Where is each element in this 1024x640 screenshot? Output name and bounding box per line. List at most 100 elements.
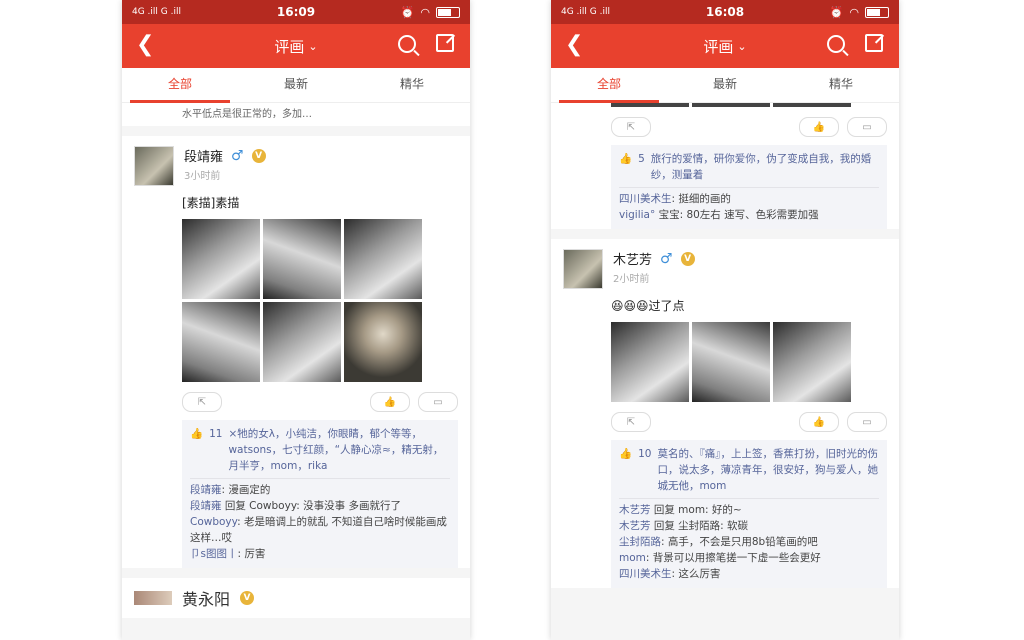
comment-button[interactable]: ▭	[418, 392, 458, 412]
title-dropdown[interactable]: 评画 ⌄	[274, 36, 317, 57]
avatar[interactable]	[134, 591, 172, 605]
tab-latest[interactable]: 最新	[238, 68, 354, 102]
title-dropdown[interactable]: 评画 ⌄	[703, 36, 746, 57]
like-button[interactable]: 👍	[799, 117, 839, 137]
search-icon[interactable]	[827, 35, 845, 53]
like-names[interactable]: 莫名的、『痛』，上上签，香蕉打扮，旧时光的伤口，说太多，薄凉青年，很安好，狗与爱…	[657, 446, 879, 494]
like-count: 5	[638, 153, 645, 165]
comment-text: 回复 尘封陌路: 软碳	[650, 520, 749, 532]
network-indicator: 4G .ill G .ill	[132, 7, 181, 17]
comment-button[interactable]: ▭	[847, 117, 887, 137]
post-image[interactable]	[344, 302, 422, 382]
avatar[interactable]	[563, 249, 603, 289]
tab-bar: 全部 最新 精华	[551, 68, 899, 103]
image-strip	[563, 103, 887, 107]
tab-featured[interactable]: 精华	[783, 68, 899, 102]
comment-author[interactable]: 段靖雍	[190, 484, 222, 496]
user-name[interactable]: 段靖雍	[184, 146, 223, 165]
like-count: 10	[638, 448, 652, 460]
user-name[interactable]: 木艺芳	[613, 249, 652, 268]
chevron-down-icon: ⌄	[308, 39, 318, 53]
next-post[interactable]: 黄永阳 V	[122, 578, 470, 618]
image-grid	[611, 322, 887, 402]
comment-item[interactable]: 尘封陌路: 高手，不会是只用8b铅笔画的吧	[619, 534, 879, 550]
like-button[interactable]: 👍	[370, 392, 410, 412]
comment-item[interactable]: mom: 背景可以用擦笔搓一下虚一些会更好	[619, 550, 879, 566]
like-names[interactable]: 旅行的爱情，研你爱你，伪了变成自我，我的婚纱，测量着	[651, 151, 879, 183]
tab-all[interactable]: 全部	[551, 68, 667, 103]
comment-author[interactable]: Cowboyy	[190, 516, 237, 528]
comment-text: : 漫画定的	[221, 484, 271, 496]
page-title: 评画	[703, 37, 734, 56]
like-names[interactable]: ×牠的女λ，小纯洁，你眼睛，郁个等等，watsons，七寸红颜，“人静心凉≈，精…	[228, 426, 450, 474]
compose-icon[interactable]	[865, 34, 883, 52]
verified-badge-icon: V	[240, 591, 255, 605]
comment-text: : 挺细的画的	[671, 193, 731, 205]
comment-author[interactable]: 四川美术生	[619, 568, 672, 580]
comment-icon: ▭	[433, 396, 443, 408]
post-partial: ⇱ 👍 ▭ 👍 5 旅行的爱情，研你爱你，伪了变成自我，我的婚纱，测量着 四川美…	[551, 103, 899, 229]
comment-icon: ▭	[862, 416, 872, 428]
post-image[interactable]	[263, 302, 341, 382]
thumbs-up-icon: 👍	[619, 153, 633, 165]
tab-all[interactable]: 全部	[122, 68, 238, 103]
post-image[interactable]	[692, 322, 770, 402]
comment-panel: 👍 5 旅行的爱情，研你爱你，伪了变成自我，我的婚纱，测量着 四川美术生: 挺细…	[611, 145, 887, 229]
comment-item[interactable]: 卩s图图丨: 厉害	[190, 546, 450, 562]
comment-author[interactable]: 段靖雍	[190, 500, 222, 512]
comment-author[interactable]: 尘封陌路	[619, 536, 661, 548]
battery-icon	[865, 6, 890, 18]
status-bar: 4G .ill G .ill 16:09 ⏰ ◠	[122, 0, 470, 24]
compose-icon[interactable]	[436, 34, 454, 52]
nav-bar: ❮ 评画 ⌄	[551, 24, 899, 68]
thumbs-up-icon: 👍	[383, 396, 397, 408]
battery-icon	[436, 6, 461, 18]
page-title: 评画	[274, 37, 305, 56]
post-image[interactable]	[263, 219, 341, 299]
search-icon[interactable]	[398, 35, 416, 53]
nav-bar: ❮ 评画 ⌄	[122, 24, 470, 68]
comment-text: 回复 mom: 好的~	[650, 504, 742, 516]
avatar[interactable]	[134, 146, 174, 186]
comment-author[interactable]: 木艺芳	[619, 504, 651, 516]
alarm-icon: ⏰	[400, 5, 415, 19]
comment-item[interactable]: vigilia° 宝宝: 80左右 速写、色彩需要加强	[619, 207, 879, 223]
tab-latest[interactable]: 最新	[667, 68, 783, 102]
comment-author[interactable]: vigilia°	[619, 209, 655, 221]
back-icon[interactable]: ❮	[136, 34, 154, 56]
comment-panel: 👍 11 ×牠的女λ，小纯洁，你眼睛，郁个等等，watsons，七寸红颜，“人静…	[182, 420, 458, 568]
post-image[interactable]	[611, 322, 689, 402]
comment-icon: ▭	[862, 121, 872, 133]
comment-item[interactable]: 四川美术生: 挺细的画的	[619, 191, 879, 207]
like-button[interactable]: 👍	[799, 412, 839, 432]
like-count: 11	[209, 428, 223, 440]
thumbs-up-icon: 👍	[812, 121, 826, 133]
comment-item[interactable]: 段靖雍 回复 Cowboyy: 没事没事 多画就行了	[190, 498, 450, 514]
comment-item[interactable]: 木艺芳 回复 mom: 好的~	[619, 502, 879, 518]
post-text: 😆😆😆过了点	[611, 299, 685, 313]
share-button[interactable]: ⇱	[611, 117, 651, 137]
comment-text: : 厉害	[237, 548, 266, 560]
comment-item[interactable]: 段靖雍: 漫画定的	[190, 482, 450, 498]
comment-author[interactable]: 四川美术生	[619, 193, 672, 205]
tab-featured[interactable]: 精华	[354, 68, 470, 102]
post: 段靖雍 ♂ V 3小时前 [素描]素描 ⇱ 👍 ▭ 👍 11 ×牠的女λ，小纯洁…	[122, 136, 470, 568]
comment-item[interactable]: 四川美术生: 这么厉害	[619, 566, 879, 582]
post-image[interactable]	[344, 219, 422, 299]
comment-text: 回复 Cowboyy: 没事没事 多画就行了	[221, 500, 401, 512]
comment-text: 宝宝: 80左右 速写、色彩需要加强	[655, 209, 819, 221]
comment-author[interactable]: 木艺芳	[619, 520, 651, 532]
post-image[interactable]	[182, 219, 260, 299]
comment-item[interactable]: 木艺芳 回复 尘封陌路: 软碳	[619, 518, 879, 534]
post-image[interactable]	[182, 302, 260, 382]
comment-text: : 高手，不会是只用8b铅笔画的吧	[661, 536, 818, 548]
comment-button[interactable]: ▭	[847, 412, 887, 432]
share-button[interactable]: ⇱	[611, 412, 651, 432]
post-image[interactable]	[773, 322, 851, 402]
user-name[interactable]: 黄永阳	[182, 586, 230, 610]
back-icon[interactable]: ❮	[565, 34, 583, 56]
comment-author[interactable]: mom	[619, 552, 646, 564]
comment-item[interactable]: Cowboyy: 老是暗调上的就乱 不知道自己啥时候能画成这样…哎	[190, 514, 450, 546]
comment-author[interactable]: 卩s图图丨	[190, 548, 237, 560]
share-button[interactable]: ⇱	[182, 392, 222, 412]
